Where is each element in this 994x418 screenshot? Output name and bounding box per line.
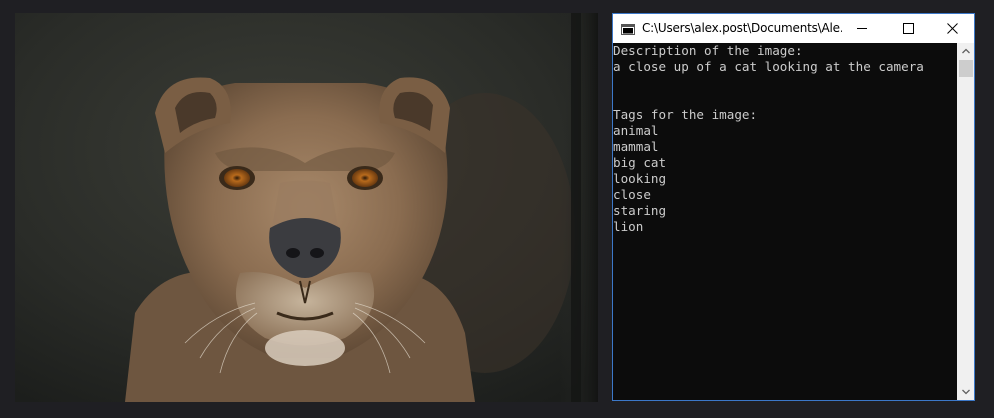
- console-app-icon: [621, 22, 635, 35]
- window-title: C:\Users\alex.post\Documents\Ale...: [642, 21, 842, 35]
- console-output[interactable]: Description of the image: a close up of …: [613, 43, 958, 400]
- console-line-tag: close: [613, 187, 651, 202]
- chevron-down-icon: [962, 389, 970, 395]
- console-line-tag: staring: [613, 203, 667, 218]
- console-line-description-heading: Description of the image:: [613, 43, 803, 58]
- chevron-up-icon: [962, 48, 970, 54]
- maximize-icon: [903, 23, 914, 34]
- scroll-down-button[interactable]: [958, 384, 974, 400]
- console-line-blank: [613, 91, 958, 107]
- console-window: C:\Users\alex.post\Documents\Ale... Desc…: [612, 13, 975, 401]
- minimize-icon: [857, 28, 867, 29]
- vertical-scrollbar[interactable]: [957, 43, 974, 400]
- title-bar[interactable]: C:\Users\alex.post\Documents\Ale...: [613, 14, 974, 43]
- console-line-tags-heading: Tags for the image:: [613, 107, 758, 122]
- console-line-blank: [613, 75, 958, 91]
- close-button[interactable]: [929, 14, 975, 43]
- scroll-thumb[interactable]: [959, 60, 973, 77]
- console-line-tag: lion: [613, 219, 644, 234]
- console-line-tag: animal: [613, 123, 659, 138]
- console-line-tag: looking: [613, 171, 667, 186]
- maximize-button[interactable]: [885, 14, 931, 43]
- console-line-description: a close up of a cat looking at the camer…: [613, 59, 924, 74]
- scroll-up-button[interactable]: [958, 43, 974, 59]
- console-line-tag: mammal: [613, 139, 659, 154]
- console-line-tag: big cat: [613, 155, 667, 170]
- close-icon: [947, 23, 958, 34]
- minimize-button[interactable]: [839, 14, 885, 43]
- lioness-photo: [15, 13, 598, 402]
